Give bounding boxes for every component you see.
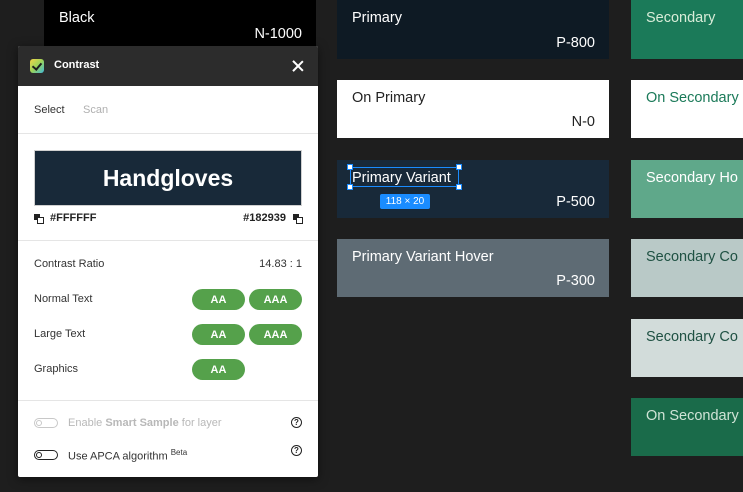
divider — [18, 240, 318, 241]
swatch-name: Secondary Co — [646, 249, 738, 265]
swatch-on-secondary-dark[interactable]: On Secondary — [631, 398, 743, 456]
foreground-color-icon[interactable] — [34, 214, 44, 224]
preview-text: Handgloves — [102, 164, 234, 191]
swatch-name: Primary Variant Hover — [352, 249, 494, 265]
smart-sample-label: Enable Smart Sample for layer — [68, 417, 222, 429]
swatch-code: P-800 — [556, 35, 595, 51]
foreground-color-hex[interactable]: #FFFFFF — [50, 212, 96, 224]
swatch-code: N-0 — [571, 114, 595, 130]
help-icon[interactable]: ? — [291, 445, 302, 456]
background-color-icon[interactable] — [293, 214, 303, 224]
large-text-aa-badge: AA — [192, 324, 245, 345]
smart-sample-suffix: for layer — [181, 417, 222, 429]
swatch-on-secondary[interactable]: On Secondary — [631, 80, 743, 138]
swatch-name: Secondary — [646, 10, 716, 26]
divider — [18, 133, 318, 134]
swatch-primary[interactable]: Primary P-800 — [337, 0, 609, 59]
panel-title: Contrast — [54, 59, 100, 71]
smart-sample-bold: Smart Sample — [105, 417, 179, 429]
contrast-ratio-value: 14.83 : 1 — [259, 258, 302, 270]
tab-scan[interactable]: Scan — [83, 104, 108, 116]
swatch-name: On Primary — [352, 90, 426, 106]
large-text-label: Large Text — [34, 328, 86, 340]
selection-dimensions-badge: 118 × 20 — [380, 194, 430, 209]
swatch-name: Primary — [352, 10, 402, 26]
contrast-preview: Handgloves — [34, 150, 302, 206]
large-text-aaa-badge: AAA — [249, 324, 302, 345]
swatch-code: P-500 — [556, 194, 595, 210]
swatch-secondary-container-alt[interactable]: Secondary Co — [631, 319, 743, 377]
close-icon[interactable] — [292, 60, 304, 72]
swatch-name: On Secondary — [646, 90, 739, 106]
swatch-name: Secondary Ho — [646, 170, 738, 186]
normal-text-aaa-badge: AAA — [249, 289, 302, 310]
contrast-plugin-icon — [30, 59, 44, 73]
apca-label-text: Use APCA algorithm — [68, 450, 168, 463]
smart-sample-prefix: Enable — [68, 417, 103, 429]
contrast-ratio-label: Contrast Ratio — [34, 258, 105, 270]
apca-toggle[interactable] — [34, 450, 58, 460]
selection-handle-bl[interactable] — [347, 184, 353, 190]
panel-titlebar[interactable]: Contrast — [18, 46, 318, 86]
swatch-secondary-container[interactable]: Secondary Co — [631, 239, 743, 297]
apca-label: Use APCA algorithm Beta — [68, 448, 187, 463]
selection-handle-br[interactable] — [456, 184, 462, 190]
help-icon[interactable]: ? — [291, 417, 302, 428]
graphics-aa-badge: AA — [192, 359, 245, 380]
normal-text-label: Normal Text — [34, 293, 93, 305]
divider — [18, 400, 318, 401]
swatch-black[interactable]: Black N-1000 — [44, 0, 316, 50]
swatch-name: On Secondary — [646, 408, 739, 424]
swatch-code: P-300 — [556, 273, 595, 289]
swatch-on-primary[interactable]: On Primary N-0 — [337, 80, 609, 138]
graphics-label: Graphics — [34, 363, 79, 375]
beta-superscript: Beta — [170, 448, 188, 457]
selection-handle-tr[interactable] — [456, 164, 462, 170]
swatch-primary-variant-hover[interactable]: Primary Variant Hover P-300 — [337, 239, 609, 297]
selection-handle-tl[interactable] — [347, 164, 353, 170]
swatch-code: N-1000 — [254, 26, 302, 42]
smart-sample-toggle[interactable] — [34, 418, 58, 428]
normal-text-aa-badge: AA — [192, 289, 245, 310]
tab-select[interactable]: Select — [34, 104, 65, 116]
swatch-name: Black — [59, 10, 95, 26]
background-color-hex[interactable]: #182939 — [243, 212, 286, 224]
swatch-name: Secondary Co — [646, 329, 738, 345]
selection-box[interactable] — [350, 167, 459, 187]
swatch-secondary-hover[interactable]: Secondary Ho — [631, 160, 743, 218]
swatch-secondary[interactable]: Secondary — [631, 0, 743, 59]
contrast-plugin-panel: Contrast Select Scan Handgloves #FFFFFF … — [18, 46, 318, 477]
